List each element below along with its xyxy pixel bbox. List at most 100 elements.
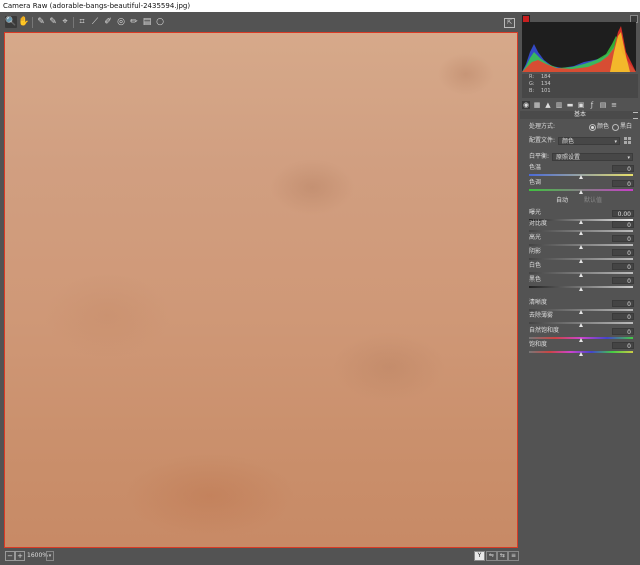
- slider-label: 清晰度: [529, 299, 548, 306]
- wb-value: 原照设置: [556, 154, 581, 161]
- profile-browser-icon[interactable]: [624, 137, 631, 144]
- copy-settings-button[interactable]: ⇆: [497, 551, 508, 561]
- status-bar: − + 1600% ▾ Y ⇋ ⇆ ≡: [0, 548, 520, 565]
- slider-label: 黑色: [529, 276, 542, 283]
- calibration-icon[interactable]: ▤: [599, 101, 607, 109]
- histogram: [522, 22, 636, 72]
- slider-thumb[interactable]: [579, 273, 583, 277]
- toolbar-divider: [73, 17, 74, 28]
- zoom-in-button[interactable]: +: [15, 551, 25, 561]
- targeted-adjustment-icon[interactable]: ⌖: [59, 16, 71, 28]
- slider-value-input[interactable]: 0: [612, 342, 634, 350]
- slider-thumb[interactable]: [579, 190, 583, 194]
- tone-curve-icon[interactable]: ▦: [533, 101, 541, 109]
- rgb-row-b: B: 101: [522, 88, 638, 95]
- rgb-row-r: R: 184: [522, 74, 638, 81]
- slider-label: 阴影: [529, 248, 542, 255]
- basic-icon[interactable]: ◉: [522, 101, 530, 109]
- detail-icon[interactable]: ▲: [544, 101, 552, 109]
- effects-icon[interactable]: ƒ: [588, 101, 596, 109]
- treatment-label: 处理方式:: [529, 123, 556, 130]
- treatment-bw-radio[interactable]: [612, 124, 619, 131]
- zoom-dropdown[interactable]: ▾: [46, 551, 54, 561]
- straighten-icon[interactable]: ⟋: [89, 16, 101, 28]
- chevron-down-icon: ▾: [627, 155, 630, 161]
- hsl-icon[interactable]: ▥: [555, 101, 563, 109]
- slider-thumb[interactable]: [579, 231, 583, 235]
- panel-tabs: ◉ ▦ ▲ ▥ ▬ ▣ ƒ ▤ ≡: [520, 100, 640, 110]
- zoom-out-button[interactable]: −: [5, 551, 15, 561]
- slider-value-input[interactable]: 0: [612, 249, 634, 257]
- slider-value-input[interactable]: 0: [612, 263, 634, 271]
- profile-label: 配置文件:: [529, 137, 556, 144]
- default-button[interactable]: 默认值: [584, 197, 602, 205]
- slider-thumb[interactable]: [579, 287, 583, 291]
- slider-value-input[interactable]: 0: [612, 313, 634, 321]
- adjustment-brush-icon[interactable]: ✏: [128, 16, 140, 28]
- treatment-bw-label: 黑白: [620, 123, 633, 130]
- slider-value-input[interactable]: 0: [612, 328, 634, 336]
- slider-thumb[interactable]: [579, 175, 583, 179]
- profile-value: 颜色: [562, 138, 575, 145]
- white-balance-icon[interactable]: ✎: [35, 16, 47, 28]
- slider-thumb[interactable]: [579, 338, 583, 342]
- b-label: B:: [529, 88, 535, 94]
- slider-value-input[interactable]: 0: [612, 180, 634, 188]
- slider-thumb[interactable]: [579, 245, 583, 249]
- slider-label: 对比度: [529, 220, 548, 227]
- slider-value-input[interactable]: 0.00: [612, 210, 634, 218]
- slider-thumb[interactable]: [579, 323, 583, 327]
- wb-label: 白平衡:: [529, 153, 550, 160]
- slider-thumb[interactable]: [579, 352, 583, 356]
- slider-value-input[interactable]: 0: [612, 300, 634, 308]
- split-toning-icon[interactable]: ▬: [566, 101, 574, 109]
- slider-label: 自然饱和度: [529, 327, 560, 334]
- slider-label: 饱和度: [529, 341, 548, 348]
- red-eye-icon[interactable]: ◎: [115, 16, 127, 28]
- slider-value-input[interactable]: 0: [612, 165, 634, 173]
- slider-label: 色调: [529, 179, 542, 186]
- before-after-toggle-button[interactable]: Y: [474, 551, 485, 561]
- slider-value-input[interactable]: 0: [612, 235, 634, 243]
- slider-thumb[interactable]: [579, 310, 583, 314]
- r-value: 184: [541, 74, 551, 80]
- graduated-filter-icon[interactable]: ▤: [141, 16, 153, 28]
- color-sampler-icon[interactable]: ✎: [47, 16, 59, 28]
- rgb-readout: R: 184 G: 134 B: 101: [522, 74, 638, 98]
- g-label: G:: [529, 81, 535, 87]
- slider-label: 色温: [529, 164, 542, 171]
- fullscreen-icon[interactable]: ⇱: [504, 18, 515, 28]
- image-canvas[interactable]: [4, 32, 518, 548]
- slider-label: 曝光: [529, 209, 542, 216]
- slider-label: 去除薄雾: [529, 312, 554, 319]
- slider-thumb[interactable]: [579, 220, 583, 224]
- swap-settings-button[interactable]: ⇋: [486, 551, 497, 561]
- window-titlebar: Camera Raw (adorable-bangs-beautiful-243…: [0, 0, 640, 12]
- rgb-row-g: G: 134: [522, 81, 638, 88]
- slider-value-input[interactable]: 0: [612, 221, 634, 229]
- r-label: R:: [529, 74, 535, 80]
- hand-icon[interactable]: ✋: [18, 16, 30, 28]
- auto-button[interactable]: 自动: [556, 197, 568, 205]
- presets-icon[interactable]: ≡: [610, 101, 618, 109]
- slider-thumb[interactable]: [579, 259, 583, 263]
- treatment-color-label: 颜色: [597, 123, 610, 130]
- adjustments-panel: R: 184 G: 134 B: 101 ◉ ▦ ▲ ▥ ▬ ▣ ƒ ▤ ≡ 基本 处…: [520, 12, 640, 565]
- slider-value-input[interactable]: 0: [612, 277, 634, 285]
- radial-filter-icon[interactable]: ○: [154, 16, 166, 28]
- treatment-color-radio[interactable]: [589, 124, 596, 131]
- profile-select[interactable]: 颜色 ▾: [558, 137, 620, 145]
- crop-icon[interactable]: ⌗: [76, 16, 88, 28]
- panel-menu-icon[interactable]: [633, 112, 638, 119]
- zoom-icon[interactable]: 🔍: [5, 16, 17, 28]
- lens-icon[interactable]: ▣: [577, 101, 585, 109]
- toggle-defaults-button[interactable]: ≡: [508, 551, 519, 561]
- spot-removal-icon[interactable]: ✐: [102, 16, 114, 28]
- chevron-down-icon: ▾: [614, 139, 617, 145]
- tool-bar: 🔍 ✋ ✎ ✎ ⌖ ⌗ ⟋ ✐ ◎ ✏ ▤ ○ ⇱: [0, 12, 520, 34]
- b-value: 101: [541, 88, 551, 94]
- g-value: 134: [541, 81, 551, 87]
- zoom-level: 1600%: [27, 552, 48, 559]
- wb-select[interactable]: 原照设置 ▾: [552, 153, 633, 161]
- slider-label: 白色: [529, 262, 542, 269]
